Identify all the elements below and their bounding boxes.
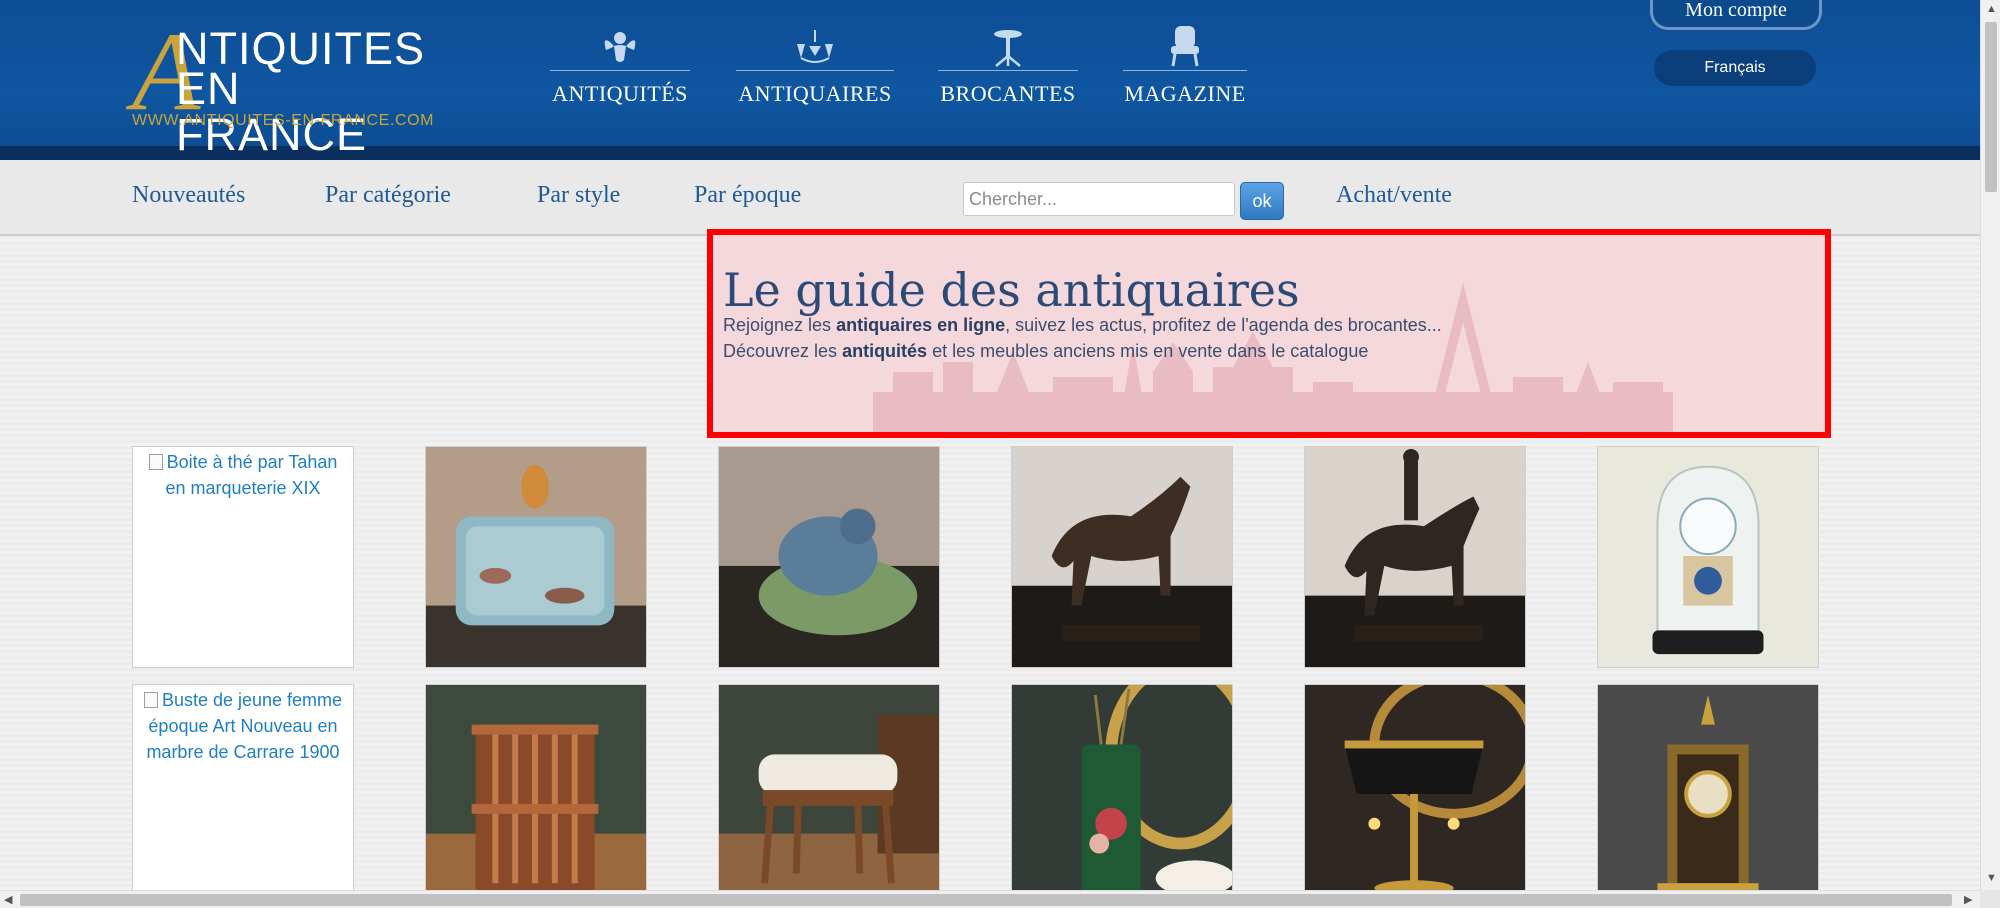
- scrollbar-corner: [1980, 890, 2000, 908]
- nav-magazine[interactable]: MAGAZINE: [1123, 24, 1247, 108]
- nav-label: ANTIQUITÉS: [552, 81, 688, 106]
- horizontal-scroll-thumb[interactable]: [20, 894, 1952, 906]
- account-label: Mon compte: [1685, 0, 1787, 21]
- product-card-bronze-horse[interactable]: [1011, 446, 1233, 668]
- gueridon-table-icon: [938, 24, 1078, 68]
- product-card-globe-clock[interactable]: [1597, 446, 1819, 668]
- antiquaires-link-text: antiquaires en ligne: [836, 315, 1006, 335]
- page-title: Le guide des antiquaires: [723, 263, 1300, 317]
- search-input[interactable]: [963, 182, 1235, 216]
- language-selector[interactable]: Français: [1654, 50, 1816, 86]
- nav-label: MAGAZINE: [1124, 81, 1246, 106]
- nav-label: ANTIQUAIRES: [738, 81, 892, 106]
- product-image: [1305, 685, 1525, 905]
- nav-par-style[interactable]: Par style: [537, 182, 620, 209]
- account-button[interactable]: Mon compte: [1650, 0, 1822, 30]
- nav-par-epoque[interactable]: Par époque: [694, 182, 801, 209]
- scroll-right-icon[interactable]: ▶: [1964, 893, 1972, 906]
- product-card-footstool[interactable]: [718, 684, 940, 906]
- product-card-bronze-rider[interactable]: [1304, 446, 1526, 668]
- scroll-up-icon[interactable]: ▲: [1986, 3, 1997, 15]
- chandelier-icon: [736, 24, 894, 68]
- nav-antiquites[interactable]: ANTIQUITÉS: [550, 24, 690, 108]
- scroll-left-icon[interactable]: ◀: [4, 893, 12, 906]
- product-card-tea-box[interactable]: Boite à thé par Tahan en marqueterie XIX: [132, 446, 354, 668]
- product-image-alt: Buste de jeune femme époque Art Nouveau …: [139, 687, 347, 765]
- product-image: [426, 685, 646, 905]
- product-image: [1012, 685, 1232, 905]
- nav-divider: [1123, 70, 1247, 71]
- cherub-icon: [550, 24, 690, 68]
- product-card-glass-sculpture[interactable]: [718, 446, 940, 668]
- product-image: [426, 447, 646, 667]
- nav-divider: [736, 70, 894, 71]
- product-card-bouillotte-lamp[interactable]: [1304, 684, 1526, 906]
- search-submit-button[interactable]: ok: [1240, 182, 1284, 220]
- site-logo[interactable]: A NTIQUITES EN FRANCE WWW.ANTIQUITES-EN-…: [132, 16, 442, 158]
- product-image: [1012, 447, 1232, 667]
- vertical-scrollbar[interactable]: ▲ ▼: [1980, 0, 2000, 890]
- product-image: [1305, 447, 1525, 667]
- nav-nouveautes[interactable]: Nouveautés: [132, 182, 245, 209]
- site-header: A NTIQUITES EN FRANCE WWW.ANTIQUITES-EN-…: [0, 0, 1980, 160]
- broken-image-icon: [148, 454, 163, 470]
- vertical-scroll-thumb[interactable]: [1985, 22, 1997, 192]
- product-image: [1598, 447, 1818, 667]
- nav-achat-vente[interactable]: Achat/vente: [1336, 182, 1452, 209]
- product-card-revolving-bookcase[interactable]: [425, 684, 647, 906]
- product-card-painted-vase[interactable]: [1011, 684, 1233, 906]
- nav-brocantes[interactable]: BROCANTES: [938, 24, 1078, 108]
- category-nav: Nouveautés Par catégorie Par style Par é…: [0, 160, 1980, 236]
- horizontal-scrollbar[interactable]: ◀ ▶: [0, 890, 1980, 908]
- product-card-marble-bust[interactable]: Buste de jeune femme époque Art Nouveau …: [132, 684, 354, 906]
- logo-url: WWW.ANTIQUITES-EN-FRANCE.COM: [132, 112, 435, 129]
- nav-antiquaires[interactable]: ANTIQUAIRES: [736, 24, 894, 108]
- guide-banner: Le guide des antiquaires Rejoignez les a…: [707, 229, 1831, 438]
- product-image: [719, 685, 939, 905]
- broken-image-icon: [143, 692, 158, 708]
- product-image-alt: Boite à thé par Tahan en marqueterie XIX: [139, 449, 347, 501]
- banner-intro-line-2: Découvrez les antiquités et les meubles …: [723, 341, 1369, 361]
- product-card-boulle-clock[interactable]: [1597, 684, 1819, 906]
- product-image: [719, 447, 939, 667]
- product-card-glass-box[interactable]: [425, 446, 647, 668]
- nav-label: BROCANTES: [940, 81, 1076, 106]
- nav-divider: [938, 70, 1078, 71]
- antiquites-link-text: antiquités: [842, 341, 928, 361]
- armchair-icon: [1123, 24, 1247, 68]
- scroll-down-icon[interactable]: ▼: [1986, 872, 1997, 884]
- nav-par-categorie[interactable]: Par catégorie: [325, 182, 451, 209]
- nav-divider: [550, 70, 690, 71]
- banner-intro-line-1: Rejoignez les antiquaires en ligne, suiv…: [723, 315, 1442, 335]
- product-image: [1598, 685, 1818, 905]
